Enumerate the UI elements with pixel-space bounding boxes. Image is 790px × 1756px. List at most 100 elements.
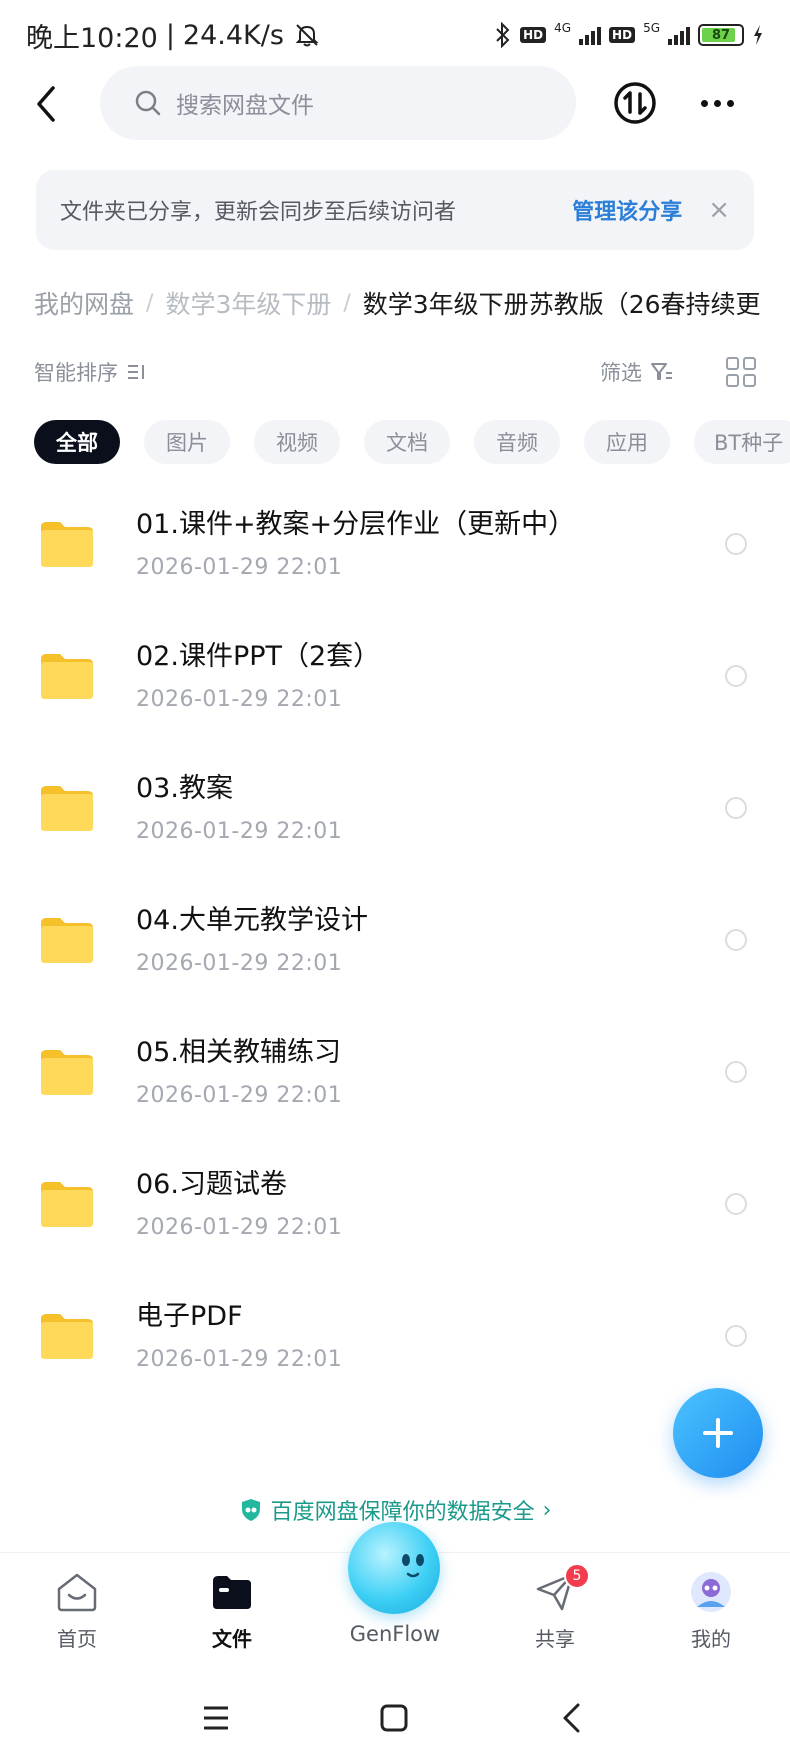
file-date: 2026-01-29 22:01 (136, 951, 343, 976)
breadcrumb-separator: / (343, 290, 351, 316)
file-list: 01.课件+教案+分层作业（更新中） 2026-01-29 22:01 02.课… (0, 480, 790, 1404)
file-row[interactable]: 电子PDF 2026-01-29 22:01 (0, 1272, 790, 1404)
hd-tag-2: HD (609, 27, 636, 43)
select-checkbox[interactable] (725, 533, 747, 555)
chip-documents[interactable]: 文档 (364, 420, 450, 464)
file-date: 2026-01-29 22:01 (136, 1347, 343, 1372)
file-date: 2026-01-29 22:01 (136, 819, 343, 844)
nav-label-files: 文件 (212, 1627, 252, 1651)
chip-audio[interactable]: 音频 (474, 420, 560, 464)
sort-icon (128, 365, 144, 379)
nav-label-genflow: GenFlow (349, 1622, 441, 1646)
chevron-left-icon (37, 86, 55, 122)
select-checkbox[interactable] (725, 1325, 747, 1347)
select-checkbox[interactable] (725, 1061, 747, 1083)
chip-videos[interactable]: 视频 (254, 420, 340, 464)
add-button[interactable] (673, 1388, 763, 1478)
search-placeholder: 搜索网盘文件 (176, 93, 314, 119)
folder-icon (41, 1182, 93, 1227)
breadcrumb: 我的网盘 / 数学3年级下册 / 数学3年级下册苏教版（26春持续更 (34, 280, 790, 326)
nav-label-home: 首页 (57, 1627, 97, 1651)
file-row[interactable]: 04.大单元教学设计 2026-01-29 22:01 (0, 876, 790, 1008)
share-notice-text: 文件夹已分享，更新会同步至后续访问者 (60, 200, 457, 225)
share-notice-banner: 文件夹已分享，更新会同步至后续访问者 管理该分享 × (36, 170, 754, 250)
nav-label-share: 共享 (535, 1627, 575, 1651)
mute-icon (295, 24, 319, 47)
back-triangle-icon[interactable] (552, 1698, 592, 1738)
bluetooth-icon (496, 22, 510, 48)
menu-icon[interactable] (196, 1698, 236, 1738)
home-square-icon[interactable] (374, 1698, 414, 1738)
select-checkbox[interactable] (725, 1193, 747, 1215)
file-name: 电子PDF (136, 1301, 243, 1332)
status-separator: | (165, 19, 175, 51)
status-right: HD 4G HD 5G 87 (494, 21, 764, 48)
nav-item-me[interactable]: 我的 (651, 1569, 771, 1652)
folder-icon (41, 1050, 93, 1095)
file-row[interactable]: 03.教案 2026-01-29 22:01 (0, 744, 790, 876)
select-checkbox[interactable] (725, 929, 747, 951)
home-icon (57, 1573, 97, 1612)
file-name: 01.课件+教案+分层作业（更新中） (136, 509, 576, 540)
filter-button[interactable]: 筛选 (600, 357, 674, 387)
status-time: 晚上10:20 (26, 22, 158, 54)
chip-torrents[interactable]: BT种子 (694, 420, 790, 464)
nav-item-share[interactable]: 5 共享 (495, 1563, 615, 1652)
genflow-mascot-icon (402, 1554, 424, 1578)
breadcrumb-item-parent[interactable]: 数学3年级下册 (165, 285, 331, 321)
nav-label-me: 我的 (691, 1627, 731, 1651)
file-name: 05.相关教辅练习 (136, 1037, 341, 1068)
file-name: 02.课件PPT（2套） (136, 641, 381, 672)
category-chips: 全部 图片 视频 文档 音频 应用 BT种子 (34, 420, 790, 466)
chip-images[interactable]: 图片 (144, 420, 230, 464)
folder-icon (41, 654, 93, 699)
shield-icon (241, 1499, 260, 1521)
breadcrumb-item-root[interactable]: 我的网盘 (34, 285, 134, 321)
filter-label: 筛选 (600, 361, 642, 385)
battery-icon: 87 (698, 24, 744, 46)
file-row[interactable]: 02.课件PPT（2套） 2026-01-29 22:01 (0, 612, 790, 744)
select-checkbox[interactable] (725, 797, 747, 819)
status-network-speed: 24.4K/s (182, 19, 284, 51)
file-date: 2026-01-29 22:01 (136, 555, 343, 580)
header: 搜索网盘文件 (0, 66, 790, 142)
grid-view-icon[interactable] (726, 357, 756, 387)
file-date: 2026-01-29 22:01 (136, 1083, 343, 1108)
share-badge: 5 (564, 1563, 590, 1589)
folder-icon (41, 1314, 93, 1359)
file-date: 2026-01-29 22:01 (136, 1215, 343, 1240)
close-icon[interactable]: × (708, 197, 730, 223)
battery-level-text: 87 (711, 27, 731, 43)
file-row[interactable]: 06.习题试卷 2026-01-29 22:01 (0, 1140, 790, 1272)
folder-icon (41, 918, 93, 963)
file-name: 03.教案 (136, 773, 233, 804)
charging-icon (754, 25, 762, 45)
file-name: 06.习题试卷 (136, 1169, 287, 1200)
hd-tag-1: HD (520, 27, 547, 43)
select-checkbox[interactable] (725, 665, 747, 687)
signal-5g-icon (668, 25, 690, 45)
search-icon (135, 90, 161, 116)
folder-icon (213, 1576, 251, 1609)
sort-filter-toolbar: 智能排序 筛选 (0, 344, 790, 400)
plus-icon (703, 1418, 733, 1448)
file-row[interactable]: 05.相关教辅练习 2026-01-29 22:01 (0, 1008, 790, 1140)
genflow-button[interactable] (348, 1522, 440, 1614)
status-bar: 晚上10:20 | 24.4K/s HD 4G HD 5G 87 (0, 0, 790, 70)
status-left: 晚上10:20 | 24.4K/s (26, 16, 322, 55)
sort-button[interactable]: 智能排序 (34, 357, 148, 387)
manage-share-link[interactable]: 管理该分享 (572, 194, 682, 226)
back-button[interactable] (26, 82, 66, 126)
chip-apps[interactable]: 应用 (584, 420, 670, 464)
nav-item-files[interactable]: 文件 (172, 1569, 292, 1652)
transfer-icon[interactable] (612, 80, 658, 126)
nav-item-home[interactable]: 首页 (17, 1569, 137, 1652)
breadcrumb-separator: / (146, 290, 154, 316)
file-row[interactable]: 01.课件+教案+分层作业（更新中） 2026-01-29 22:01 (0, 480, 790, 612)
file-name: 04.大单元教学设计 (136, 905, 368, 936)
avatar (691, 1572, 731, 1612)
chip-all[interactable]: 全部 (34, 420, 120, 464)
search-input[interactable]: 搜索网盘文件 (100, 66, 576, 140)
folder-icon (41, 522, 93, 567)
more-options-icon[interactable] (694, 80, 740, 126)
